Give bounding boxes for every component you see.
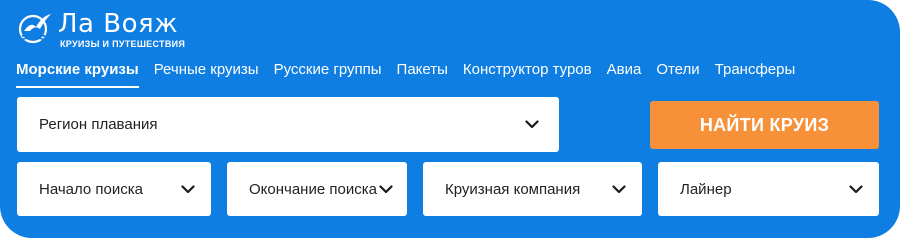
tab-russian-groups[interactable]: Русские группы [274,60,382,80]
region-select-label: Регион плавания [39,116,158,133]
tab-hotels[interactable]: Отели [656,60,699,80]
search-panel: Ла Вояж КРУИЗЫ И ПУТЕШЕСТВИЯ Морские кру… [0,0,900,238]
tab-transfers[interactable]: Трансферы [715,60,796,80]
chevron-down-icon [379,184,393,193]
seagull-logo-icon [18,14,51,44]
cruise-company-label: Круизная компания [445,180,581,198]
brand-name: Ла Вояж [58,9,179,39]
ship-select[interactable]: Лайнер [658,162,879,216]
start-date-label: Начало поиска [39,180,144,198]
tab-tour-builder[interactable]: Конструктор туров [463,60,592,80]
tab-river-cruises[interactable]: Речные круизы [154,60,259,80]
region-select[interactable]: Регион плавания [17,97,559,152]
end-date-select[interactable]: Окончание поиска [227,162,407,216]
cruise-company-select[interactable]: Круизная компания [423,162,642,216]
tab-packages[interactable]: Пакеты [397,60,448,80]
end-date-label: Окончание поиска [249,180,377,198]
tab-sea-cruises[interactable]: Морские круизы [16,60,139,88]
start-date-select[interactable]: Начало поиска [17,162,211,216]
chevron-down-icon [612,184,626,193]
chevron-down-icon [849,184,863,193]
logo[interactable]: Ла Вояж КРУИЗЫ И ПУТЕШЕСТВИЯ [18,10,185,50]
tab-avia[interactable]: Авиа [607,60,642,80]
brand-tagline: КРУИЗЫ И ПУТЕШЕСТВИЯ [60,39,186,49]
chevron-down-icon [181,184,195,193]
find-cruise-button[interactable]: НАЙТИ КРУИЗ [650,101,879,149]
ship-label: Лайнер [680,180,732,198]
chevron-down-icon [525,120,539,129]
tabs-nav: Морские круизы Речные круизы Русские гру… [16,60,810,88]
